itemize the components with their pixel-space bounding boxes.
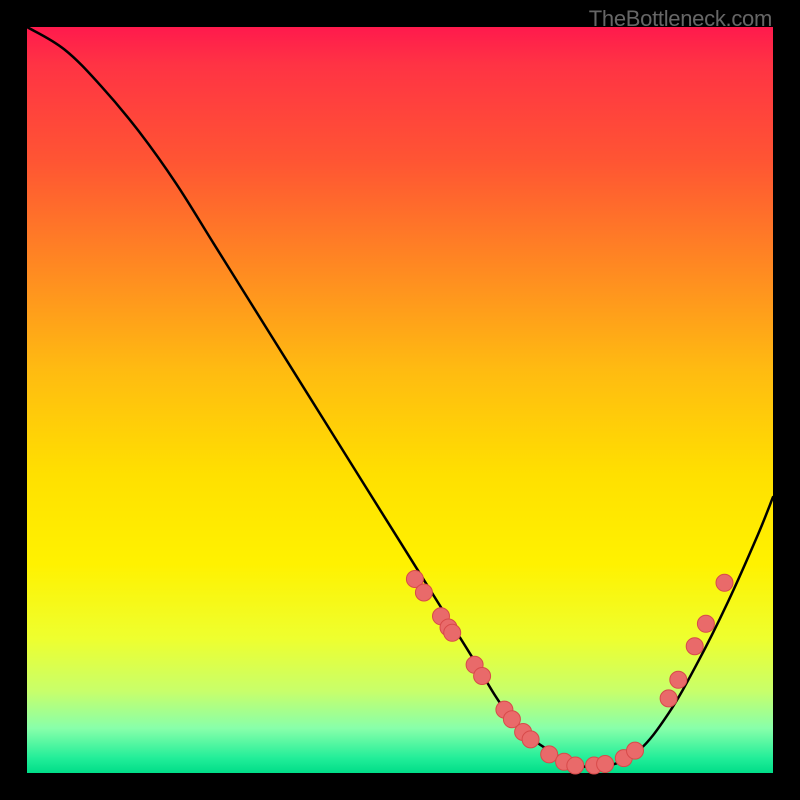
data-markers: [406, 571, 733, 775]
data-marker: [670, 671, 687, 688]
data-marker: [474, 668, 491, 685]
chart-svg: [27, 27, 773, 773]
data-marker: [444, 624, 461, 641]
data-marker: [660, 690, 677, 707]
data-marker: [567, 757, 584, 774]
chart-plot-area: [27, 27, 773, 773]
data-marker: [415, 584, 432, 601]
bottleneck-curve: [27, 27, 773, 768]
data-marker: [686, 638, 703, 655]
data-marker: [522, 731, 539, 748]
watermark-text: TheBottleneck.com: [589, 6, 772, 32]
data-marker: [597, 756, 614, 773]
data-marker: [541, 746, 558, 763]
data-marker: [716, 574, 733, 591]
data-marker: [627, 742, 644, 759]
data-marker: [697, 615, 714, 632]
